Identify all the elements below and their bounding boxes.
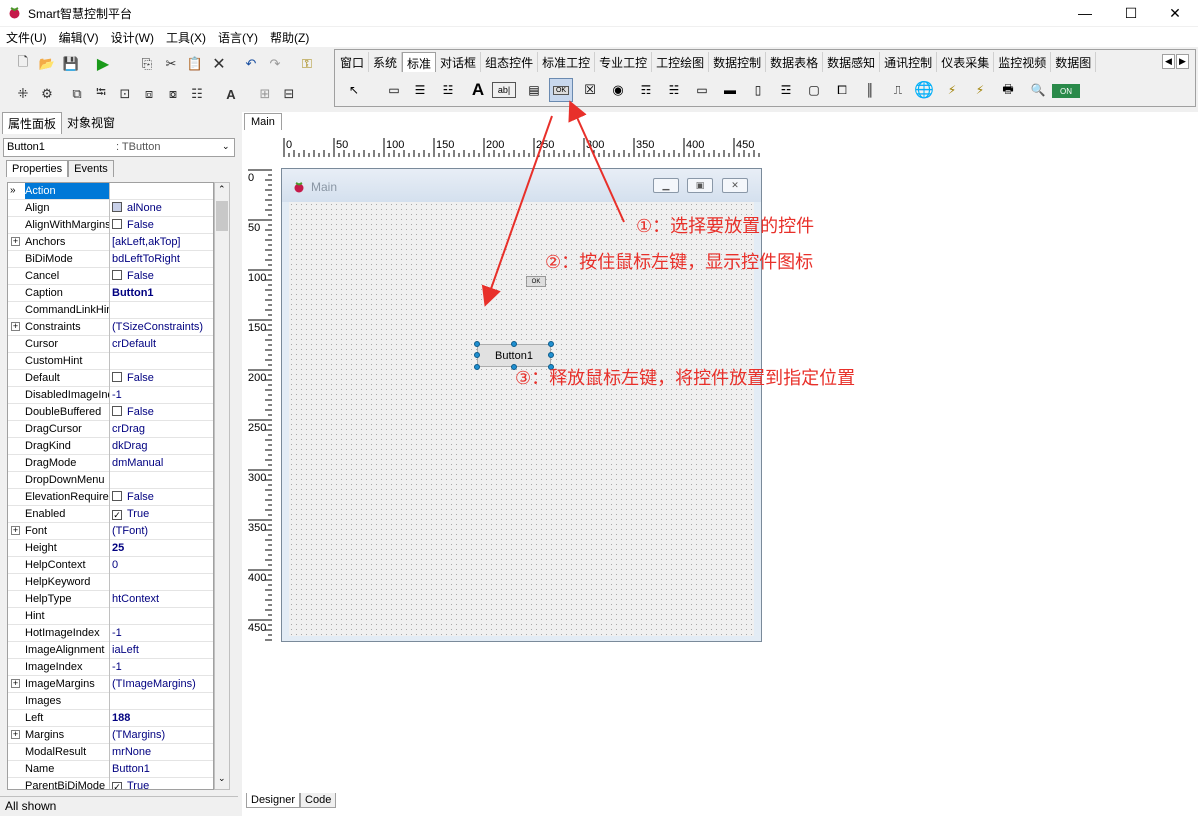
tab-code[interactable]: Code — [300, 793, 337, 808]
annotation-step1: ①：选择要放置的控件 — [636, 216, 815, 236]
arrow-step2 — [481, 115, 553, 307]
designer-bottom-tabs: Designer Code — [246, 793, 337, 808]
annotation-step3: ③：释放鼠标左键，将控件放置到指定位置 — [515, 368, 856, 388]
arrow-step1 — [568, 100, 625, 223]
tab-designer[interactable]: Designer — [246, 793, 301, 808]
annotation-step2: ②：按住鼠标左键，显示控件图标 — [545, 252, 814, 272]
annotation-arrows — [481, 100, 625, 307]
